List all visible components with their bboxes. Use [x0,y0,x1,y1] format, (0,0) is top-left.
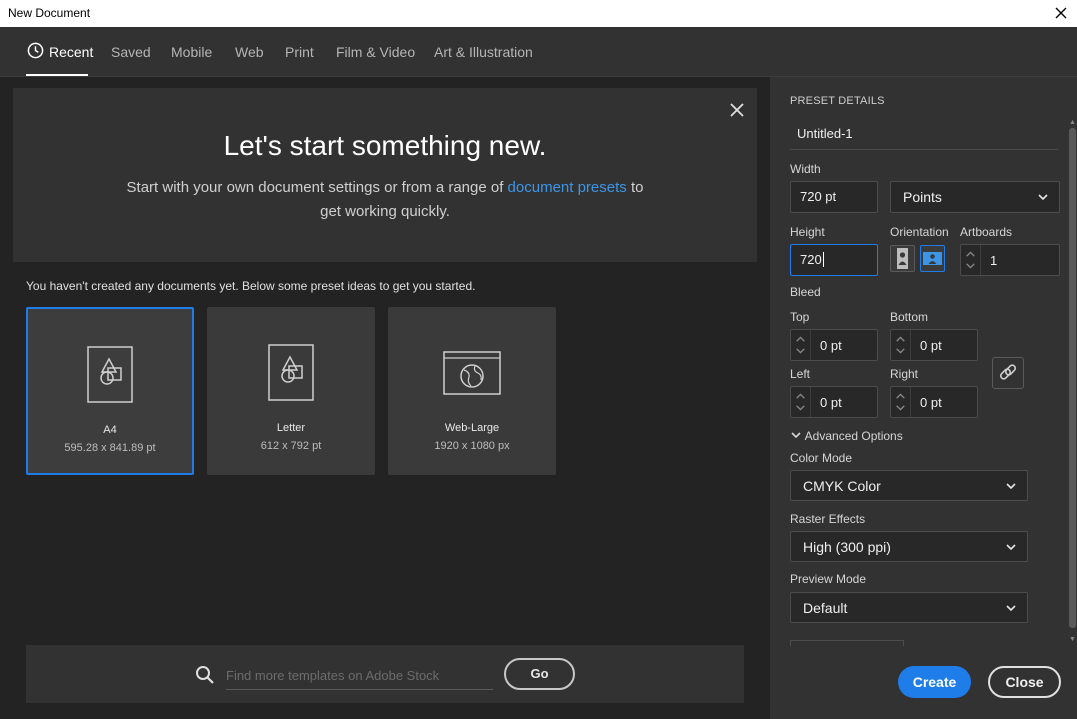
height-label: Height [790,225,825,239]
bleed-left-label: Left [790,367,811,381]
color-mode-label: Color Mode [790,451,853,465]
preset-name: A4 [103,424,117,436]
scroll-up-icon[interactable]: ▲ [1069,119,1076,127]
tab-web[interactable]: Web [235,44,264,60]
bleed-label: Bleed [790,285,821,299]
units-dropdown[interactable]: Points [890,181,1060,213]
tab-recent[interactable]: Recent [49,44,93,60]
stepper-arrows-icon[interactable] [891,387,911,417]
bleed-bottom-value: 0 pt [920,338,942,353]
preview-mode-value: Default [803,600,848,616]
subtitle-line-2: get working quickly. [320,203,450,220]
advanced-options-label: Advanced Options [804,429,903,443]
color-mode-value: CMYK Color [803,478,881,494]
preset-hint: You haven't created any documents yet. B… [26,279,476,293]
landscape-button[interactable] [920,245,945,272]
text-cursor [822,252,824,267]
height-value: 720 [800,252,822,267]
stock-search-input[interactable] [226,657,493,690]
bleed-left-value: 0 pt [820,395,842,410]
window-title: New Document [8,6,91,20]
preset-name: Web-Large [444,422,500,434]
raster-effects-value: High (300 ppi) [803,539,891,555]
preset-card-a4[interactable]: A4 595.28 x 841.89 pt [26,307,194,475]
preset-dimensions: 612 x 792 pt [260,440,322,452]
tab-mobile[interactable]: Mobile [171,44,212,60]
tab-saved[interactable]: Saved [111,44,151,60]
preset-dimensions: 1920 x 1080 px [434,440,510,452]
scroll-down-icon[interactable]: ▼ [1069,636,1076,644]
title-bar: New Document [0,0,1077,27]
artboards-label: Artboards [960,225,1013,239]
link-bleed-button[interactable] [992,357,1024,389]
preset-card-letter[interactable]: Letter 612 x 792 pt [207,307,375,475]
chevron-down-icon [1038,194,1048,201]
height-input[interactable]: 720 [790,244,878,276]
clock-icon [27,42,44,59]
color-mode-dropdown[interactable]: CMYK Color [790,470,1028,501]
document-shapes-icon [87,346,133,403]
raster-effects-dropdown[interactable]: High (300 ppi) [790,531,1028,562]
bleed-bottom-label: Bottom [890,310,929,324]
width-input[interactable]: 720 pt [790,181,878,213]
bleed-left-stepper[interactable]: 0 pt [790,386,878,418]
subtitle-text: Start with your own document settings or… [126,179,508,196]
active-tab-indicator [26,74,88,76]
browser-globe-icon [443,351,501,395]
portrait-icon [897,248,908,269]
banner-close-icon[interactable] [729,102,745,118]
more-settings-button[interactable] [790,640,904,646]
bleed-bottom-stepper[interactable]: 0 pt [890,329,978,361]
close-button[interactable]: Close [988,666,1061,698]
chevron-down-icon [1006,605,1016,612]
bleed-top-value: 0 pt [820,338,842,353]
document-name-input[interactable]: Untitled-1 [790,118,1058,150]
bleed-right-value: 0 pt [920,395,942,410]
bleed-top-stepper[interactable]: 0 pt [790,329,878,361]
stepper-arrows-icon[interactable] [791,330,811,360]
scroll-thumb[interactable] [1069,128,1076,628]
tab-film-video[interactable]: Film & Video [336,44,415,60]
preset-details-heading: PRESET DETAILS [790,95,885,107]
advanced-options-toggle[interactable]: Advanced Options [790,429,903,443]
chevron-down-icon [791,432,801,439]
stock-search-bar: Go [26,645,744,703]
bleed-right-stepper[interactable]: 0 pt [890,386,978,418]
search-icon [196,666,214,684]
units-value: Points [903,189,942,205]
bleed-top-label: Top [790,310,810,324]
chevron-down-icon [1006,483,1016,490]
tab-print[interactable]: Print [285,44,314,60]
artboards-stepper[interactable]: 1 [960,244,1060,276]
welcome-banner: Let's start something new. Start with yo… [13,88,757,262]
stepper-arrows-icon[interactable] [961,245,981,275]
chevron-down-icon [1006,544,1016,551]
orientation-label: Orientation [890,225,949,239]
window-close-icon[interactable] [1051,3,1071,23]
width-label: Width [790,162,821,176]
artboards-value: 1 [990,253,998,268]
landscape-icon [923,252,942,265]
preview-mode-dropdown[interactable]: Default [790,592,1028,623]
welcome-subtitle: Start with your own document settings or… [13,176,757,224]
stepper-arrows-icon[interactable] [891,330,911,360]
preset-dimensions: 595.28 x 841.89 pt [64,442,156,454]
bleed-right-label: Right [890,367,919,381]
create-button[interactable]: Create [898,666,971,698]
welcome-title: Let's start something new. [223,130,547,161]
chain-link-icon [999,364,1017,380]
preset-name: Letter [276,422,306,434]
subtitle-text-end: to [626,179,644,196]
raster-effects-label: Raster Effects [790,512,866,526]
preview-mode-label: Preview Mode [790,572,867,586]
category-tabs: Recent Saved Mobile Web Print Film & Vid… [0,27,1077,77]
document-shapes-icon [268,344,314,401]
stepper-arrows-icon[interactable] [791,387,811,417]
portrait-button[interactable] [890,245,915,272]
tab-art-illustration[interactable]: Art & Illustration [434,44,533,60]
go-button[interactable]: Go [504,658,575,690]
preset-card-web-large[interactable]: Web-Large 1920 x 1080 px [388,307,556,475]
document-presets-link[interactable]: document presets [508,179,627,196]
